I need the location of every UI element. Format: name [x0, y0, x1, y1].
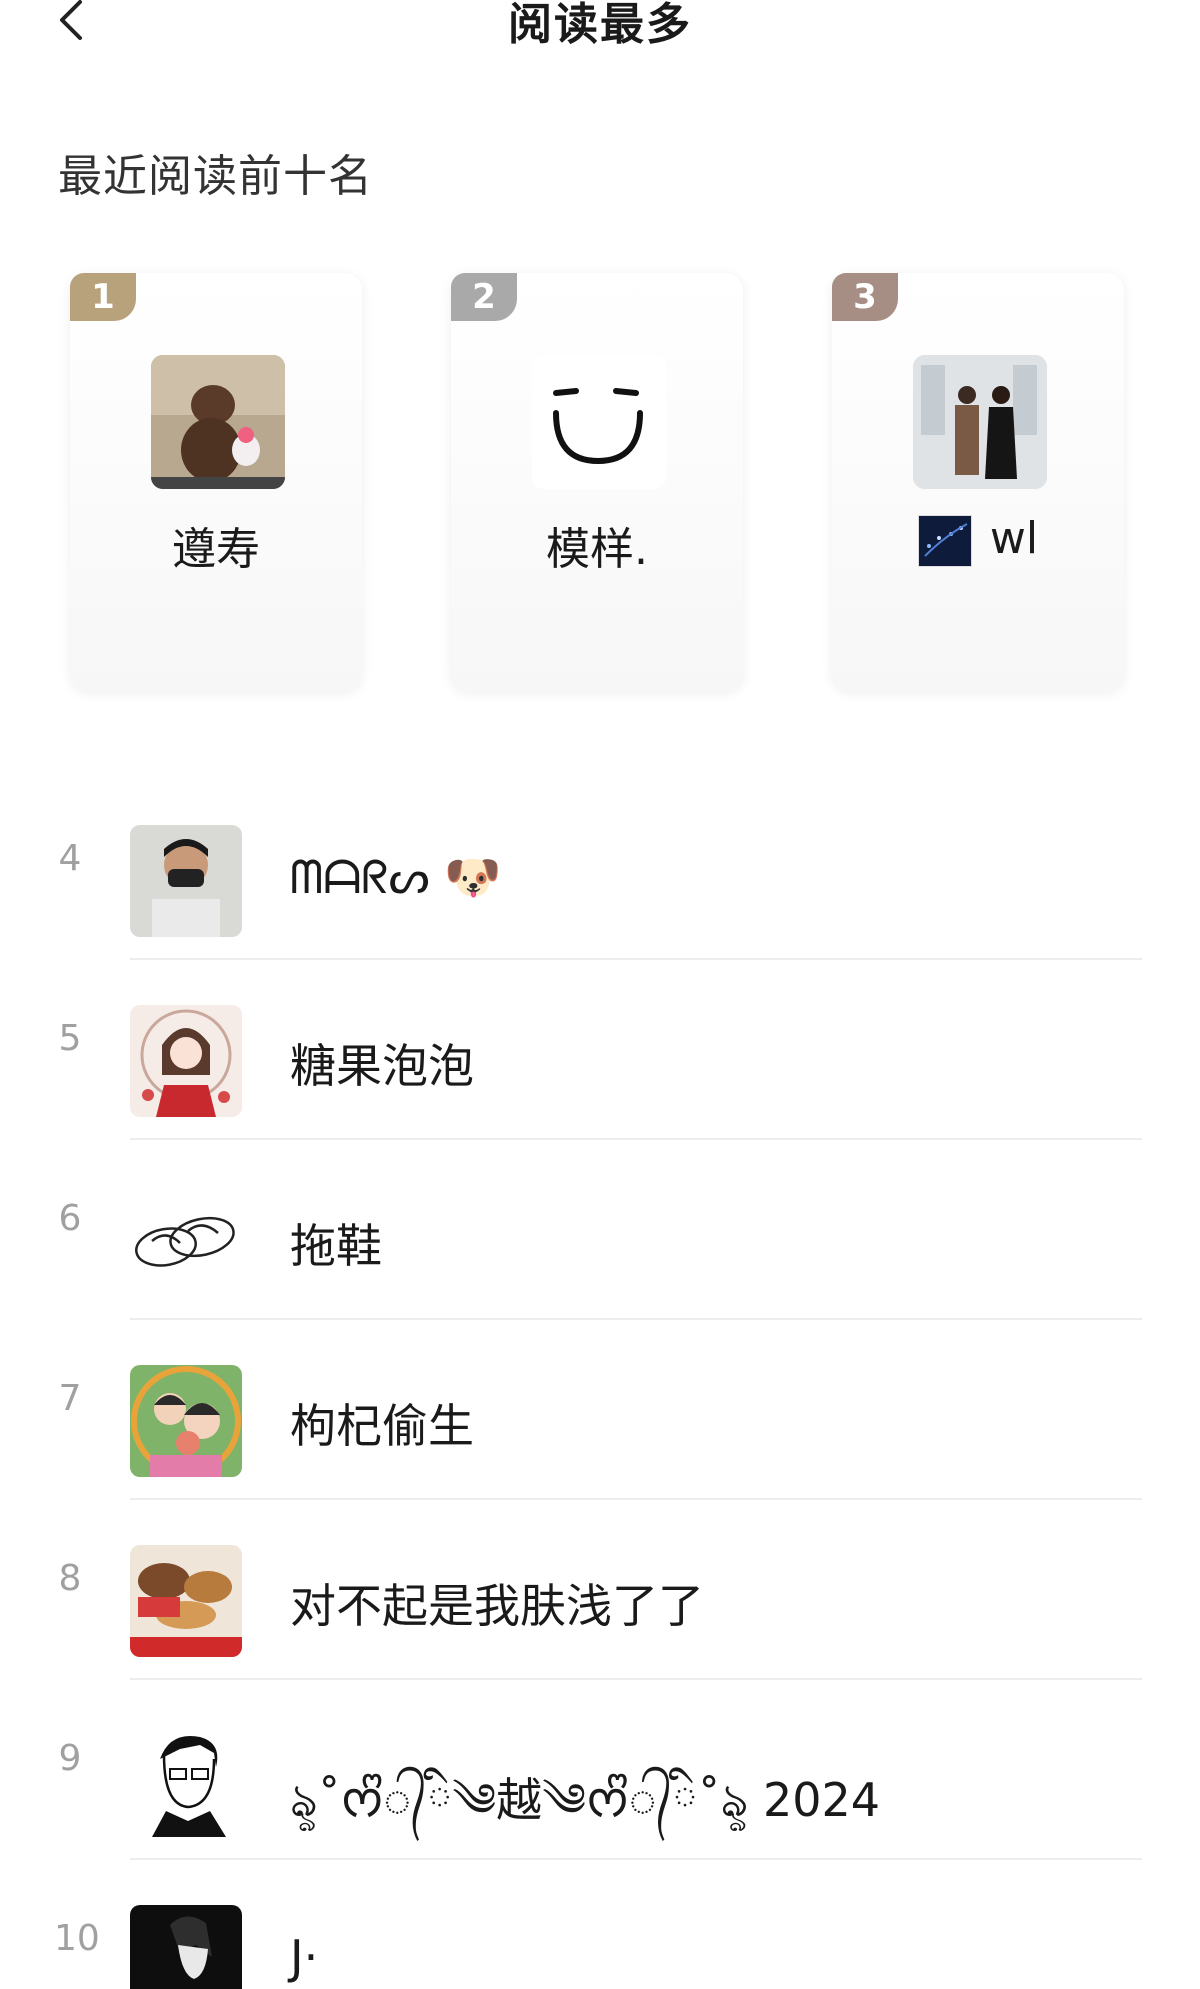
user-name: 枸杞偷生	[290, 1399, 474, 1453]
avatar	[130, 1725, 242, 1837]
card-name: wl	[832, 513, 1124, 567]
page-title: 阅读最多	[508, 0, 692, 50]
user-name: J·	[290, 1930, 319, 1984]
list-item[interactable]: 10 J·	[0, 1860, 1200, 1989]
card-name: 模样.	[546, 524, 648, 575]
rank-number: 4	[58, 838, 82, 879]
rank-badge: 2	[451, 273, 517, 321]
rank-number: 7	[58, 1378, 82, 1419]
top-card-2[interactable]: 2 模样.	[451, 273, 743, 691]
list-item[interactable]: 8 对不起是我肤浅了了	[0, 1500, 1200, 1680]
list-item[interactable]: 5 糖果泡泡	[0, 960, 1200, 1140]
avatar	[913, 355, 1047, 489]
rank-number: 9	[58, 1738, 82, 1779]
rank-number: 5	[58, 1018, 82, 1059]
rank-number: 10	[54, 1918, 100, 1959]
header: 阅读最多	[0, 0, 1200, 60]
mini-avatar-icon	[917, 515, 972, 567]
avatar	[130, 825, 242, 937]
card-name-text: wl	[989, 513, 1039, 564]
avatar	[130, 1365, 242, 1477]
section-title: 最近阅读前十名	[58, 151, 373, 202]
list-item[interactable]: 6 拖鞋	[0, 1140, 1200, 1320]
top-card-1[interactable]: 1 遵寿	[70, 273, 362, 691]
page: 阅读最多 最近阅读前十名 1 遵寿 2 模样. 3 wl 4 ᗰᗩᖇᔕ 🐶 5 …	[0, 0, 1200, 1989]
rank-number: 8	[58, 1558, 82, 1599]
user-name: 对不起是我肤浅了了	[290, 1579, 704, 1633]
slippers-avatar	[130, 1185, 242, 1297]
card-name: 遵寿	[172, 524, 260, 575]
list-item[interactable]: 4 ᗰᗩᖇᔕ 🐶	[0, 780, 1200, 960]
avatar	[130, 1545, 242, 1657]
user-name: ᗰᗩᖇᔕ 🐶	[290, 850, 502, 904]
avatar	[130, 1905, 242, 1989]
avatar	[151, 355, 285, 489]
avatar	[532, 355, 666, 489]
user-name: 拖鞋	[290, 1219, 382, 1273]
list-item[interactable]: 9 ৡ˚ᰔᩚ᭄ི༄越༄ᰔᩚ᭄ི˚ৡ 2024	[0, 1680, 1200, 1860]
rank-number: 6	[58, 1198, 82, 1239]
user-name: 糖果泡泡	[290, 1039, 474, 1093]
list-item[interactable]: 7 枸杞偷生	[0, 1320, 1200, 1500]
avatar	[130, 1005, 242, 1117]
rank-badge: 3	[832, 273, 898, 321]
rank-badge: 1	[70, 273, 136, 321]
top-card-3[interactable]: 3 wl	[832, 273, 1124, 691]
